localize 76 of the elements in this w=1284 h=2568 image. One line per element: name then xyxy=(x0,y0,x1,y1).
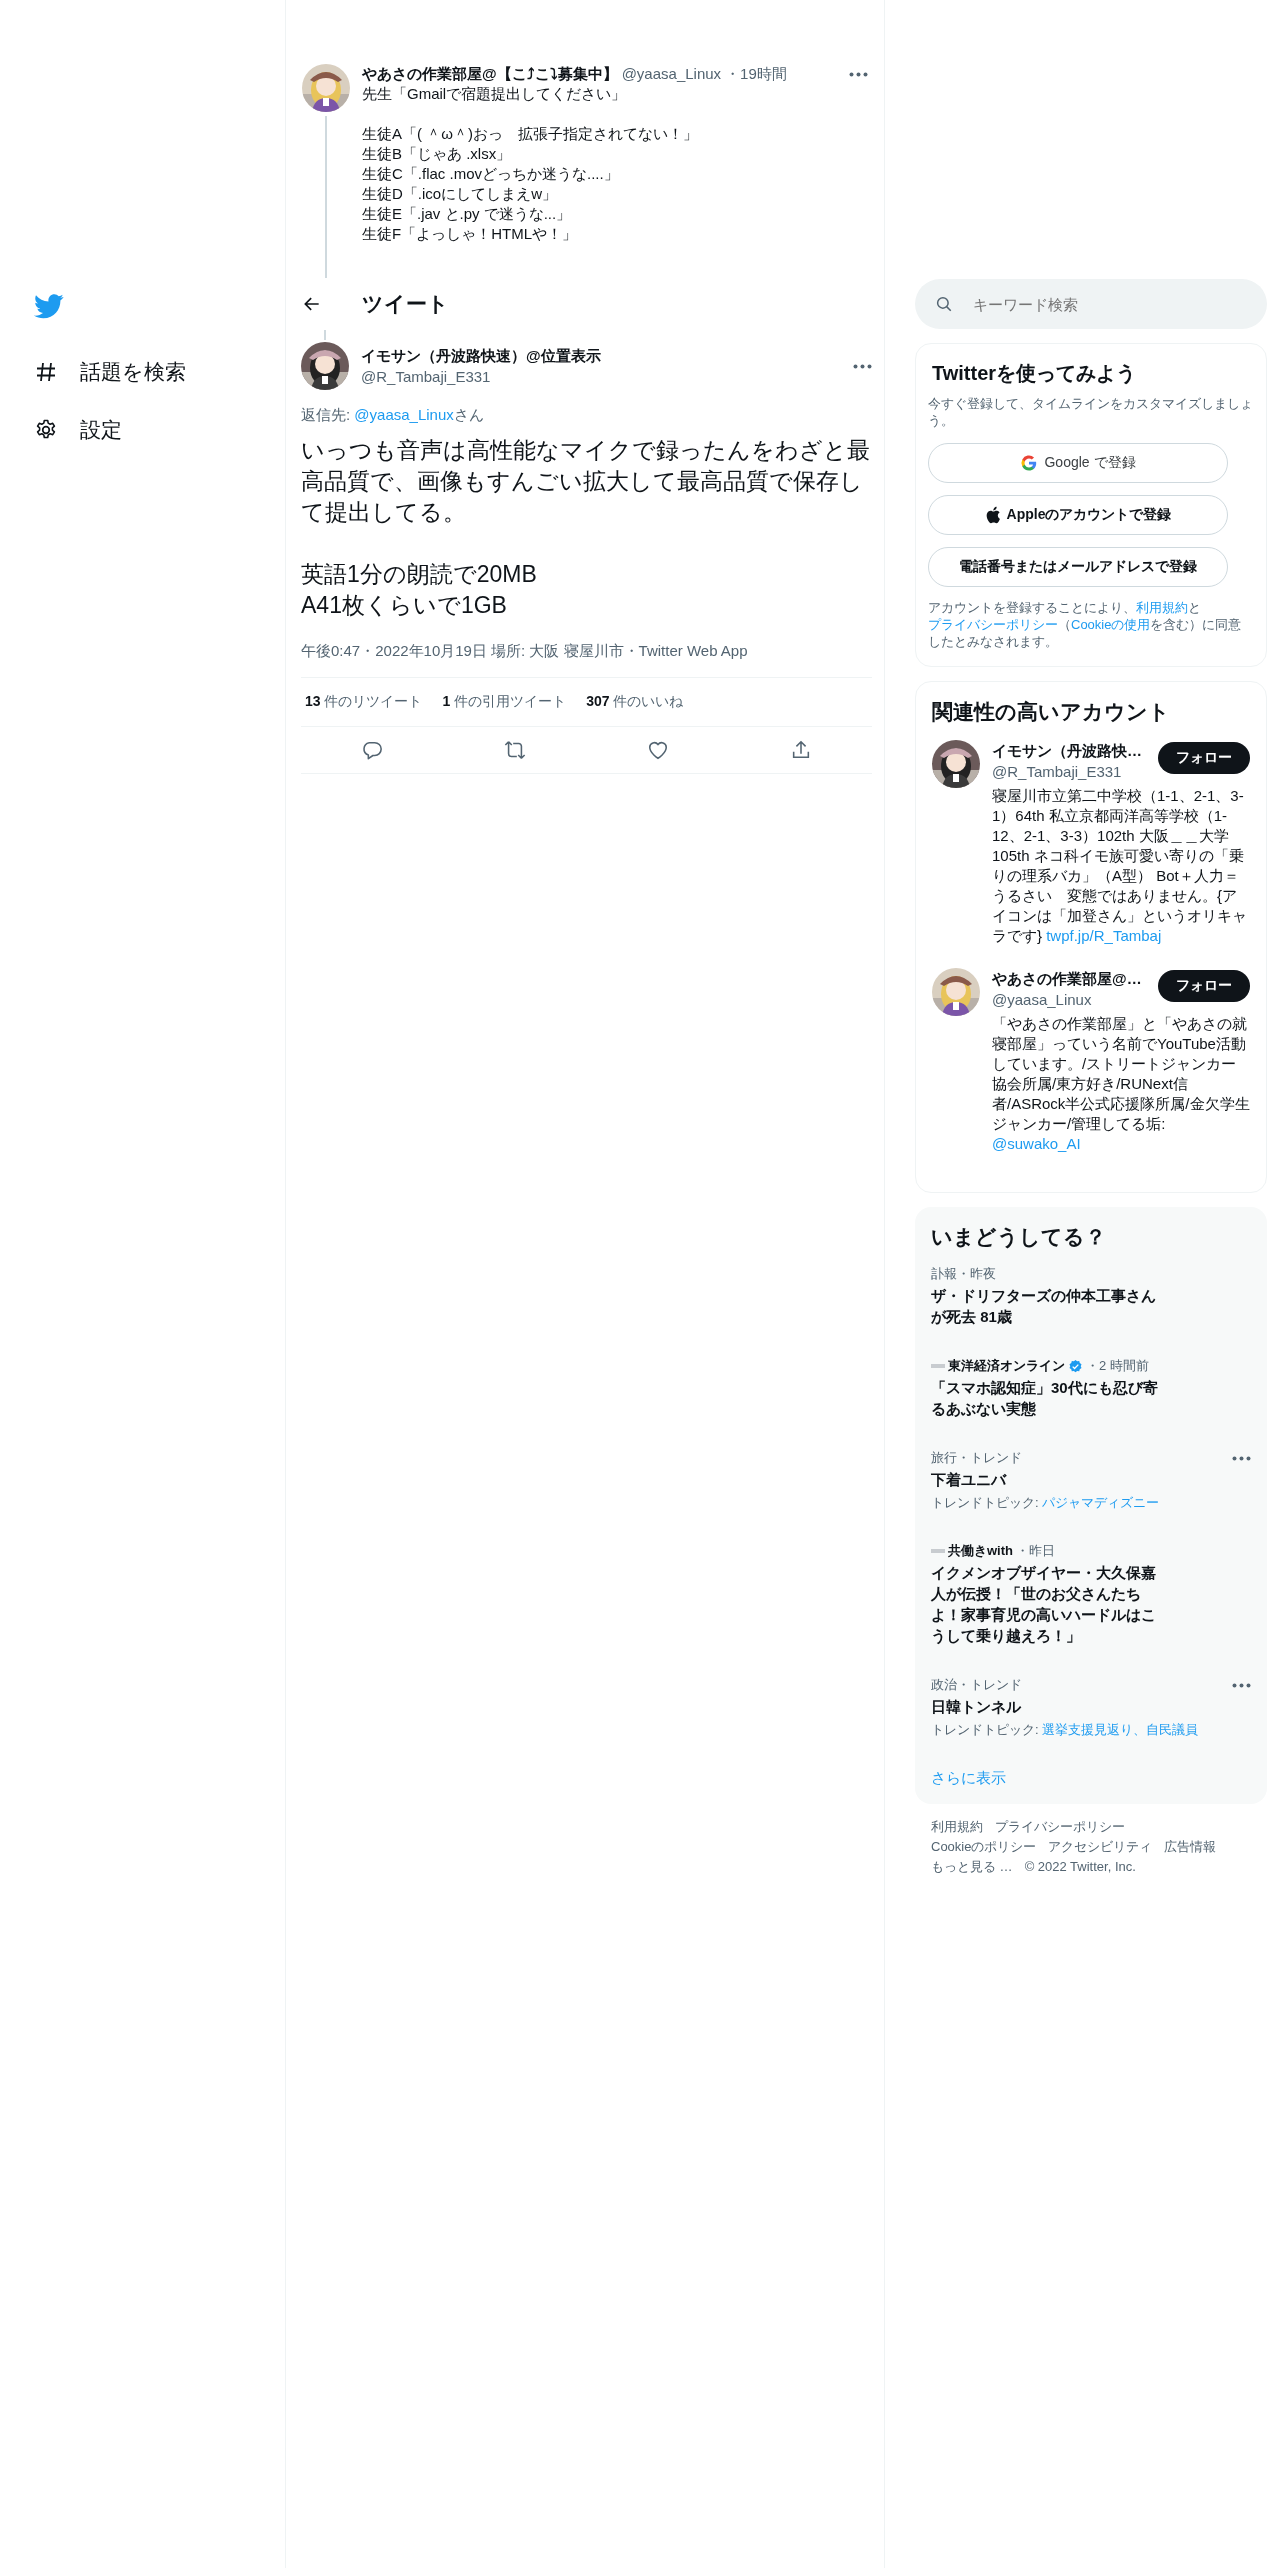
page-title: ツイート xyxy=(362,291,449,317)
tweet-text-line: 生徒E「.jav と.py で迷うな...」 xyxy=(362,204,573,224)
tweet-text-line: 生徒C「.flac .movどっちか迷うな....」 xyxy=(362,164,620,184)
tweet-text: 英語1分の朗読で20MB xyxy=(301,560,538,589)
more-icon[interactable] xyxy=(1232,1682,1251,1688)
stat-link[interactable]: 307 件のいいね xyxy=(586,693,684,711)
tweet-text-line: 先生「Gmailで宿題提出してください」 xyxy=(362,84,628,104)
tweet-text-line: 生徒B「じゃあ .xlsx」 xyxy=(362,144,513,164)
source-name: 東洋経済オンライン xyxy=(948,1357,1065,1375)
user-handle[interactable]: @yaasa_Linux xyxy=(621,64,722,84)
google-logo-icon xyxy=(1020,454,1039,472)
copyright-text: © 2022 Twitter, Inc. xyxy=(1024,1858,1136,1876)
more-icon[interactable] xyxy=(853,363,872,369)
footer-link[interactable]: もっと見る … xyxy=(931,1858,1013,1876)
nav-item[interactable]: 話題を検索 xyxy=(34,343,186,401)
tweet-text: A41枚くらいで1GB xyxy=(301,591,508,620)
tweet-text-line: 生徒F「よっしゃ！HTMLや！」 xyxy=(362,224,578,244)
user-name[interactable]: イモサン（丹波路快… xyxy=(992,740,1142,761)
user-name[interactable]: やあさの作業部屋@… xyxy=(992,968,1142,989)
nav-item[interactable]: 設定 xyxy=(34,401,122,459)
user-name[interactable]: やあさの作業部屋@【こ⤴こ⤵募集中】 xyxy=(362,64,618,84)
reply-icon[interactable] xyxy=(361,739,384,761)
more-icon[interactable] xyxy=(849,71,868,77)
search-icon xyxy=(935,295,953,313)
trend-headline[interactable]: イクメンオブザイヤー・大久保嘉人が伝授！「世のお父さんたちよ！家事育児の高いハードルはこうして乗り越えろ！」 xyxy=(931,1562,1163,1646)
tweet-text-line: 生徒A「( ＾ω＾)おっ 拡張子指定されてない！」 xyxy=(362,124,699,144)
hashtag-icon xyxy=(34,360,58,384)
source-logo-icon xyxy=(931,1362,945,1370)
heart-icon[interactable] xyxy=(646,739,669,761)
trend-headline[interactable]: 日韓トンネル xyxy=(931,1696,1163,1717)
trend-time: ・2 時間前 xyxy=(1086,1357,1149,1375)
source-name: 共働きwith xyxy=(948,1542,1013,1560)
more-icon[interactable] xyxy=(1232,1455,1251,1461)
follow-button[interactable]: フォロー xyxy=(1158,742,1250,774)
trend-context: 訃報・昨夜 xyxy=(931,1265,997,1283)
footer-link[interactable]: 利用規約 xyxy=(931,1818,983,1836)
trend-headline[interactable]: ザ・ドリフターズの仲本工事さんが死去 81歳 xyxy=(931,1285,1163,1327)
legal-text: アカウントを登録することにより、利用規約 と プライバシーポリシー（Cookieの使用を含む）に同意したとみなされます。 xyxy=(928,599,1243,650)
tweet-meta: 午後0:47・2022年10月19日 場所: 大阪 寝屋川市・Twitter Web App xyxy=(301,642,749,661)
trend-headline[interactable]: 「スマホ認知症」30代にも忍び寄るあぶない実態 xyxy=(931,1377,1163,1419)
trend-topics: トレンドトピック: 選挙支援見返り、自民議員 xyxy=(931,1721,1200,1739)
signup-subtitle: 今すぐ登録して、タイムラインをカスタマイズしましょう。 xyxy=(928,395,1254,429)
trend-headline[interactable]: 下着ユニバ xyxy=(931,1469,1163,1490)
card-title: 関連性の高いアカウント xyxy=(932,699,1171,725)
retweet-icon[interactable] xyxy=(504,739,527,761)
tweet-text-line: 生徒D「.icoにしてしまえw」 xyxy=(362,184,558,204)
verified-badge-icon xyxy=(1068,1358,1083,1374)
tweet-time: ・19時間 xyxy=(725,64,787,84)
footer-link[interactable]: 広告情報 xyxy=(1164,1838,1217,1856)
footer-link[interactable]: Cookieのポリシー xyxy=(931,1838,1037,1856)
card-title: Twitterを使ってみよう xyxy=(932,361,1138,386)
trend-time: ・昨日 xyxy=(1016,1542,1055,1560)
footer-link[interactable]: アクセシビリティ xyxy=(1048,1838,1153,1856)
user-handle[interactable]: @R_Tambaji_E331 xyxy=(992,761,1142,782)
search-field[interactable]: キーワード検索 xyxy=(915,279,1267,329)
signup-button[interactable]: Appleのアカウントで登録 xyxy=(928,495,1228,535)
signup-button[interactable]: 電話番号またはメールアドレスで登録 xyxy=(928,547,1228,587)
signup-button[interactable]: Google で登録 xyxy=(928,443,1228,483)
user-handle[interactable]: @R_Tambaji_E331 xyxy=(361,366,601,387)
reply-to-text: 返信先: @yaasa_Linuxさん xyxy=(301,406,485,425)
tweet-text: いっつも音声は高性能なマイクで録ったんをわざと最高品質で、画像もすんごい拡大して最高品質で保存して提出してる。 xyxy=(301,436,871,527)
user-bio: 寝屋川市立第二中学校（1-1、2-1、3-1）64th 私立京都両洋高等学校（1-12、2-1、3-3）102th 大阪＿＿大学 105th ネコ科イモ族可愛い寄りの「乗りの理系バカ」（A型） Bot＋人力＝うるさい 変態ではありません。{アイコンは「加登さん」というオリキャラです} twpf.jp/R_Tambaj xyxy=(992,786,1248,946)
trend-topics: トレンドトピック: パジャマディズニー xyxy=(931,1494,1161,1512)
user-bio: 「やあさの作業部屋」と「やあさの就寝部屋」っていう名前でYouTube活動しています。/ストリートジャンカー協会所属/東方好き/RUNext信者/ASRock半公式応援隊所属/金欠学生ジャンカー/管理してる垢: @suwako_AI xyxy=(992,1014,1250,1154)
bird-logo-icon[interactable] xyxy=(34,294,64,319)
stat-link[interactable]: 1 件の引用ツイート xyxy=(442,693,567,711)
trend-context: 政治・トレンド xyxy=(931,1676,1022,1694)
user-name[interactable]: イモサン（丹波路快速）@位置表示 xyxy=(361,345,601,366)
footer-link[interactable]: プライバシーポリシー xyxy=(995,1818,1125,1836)
stat-link[interactable]: 13 件のリツイート xyxy=(305,693,423,711)
source-logo-icon xyxy=(931,1547,945,1555)
card-title: いまどうしてる？ xyxy=(931,1224,1107,1251)
user-handle[interactable]: @yaasa_Linux xyxy=(992,989,1142,1010)
apple-logo-icon xyxy=(984,506,1001,524)
follow-button[interactable]: フォロー xyxy=(1158,970,1250,1002)
trend-context: 旅行・トレンド xyxy=(931,1449,1022,1467)
